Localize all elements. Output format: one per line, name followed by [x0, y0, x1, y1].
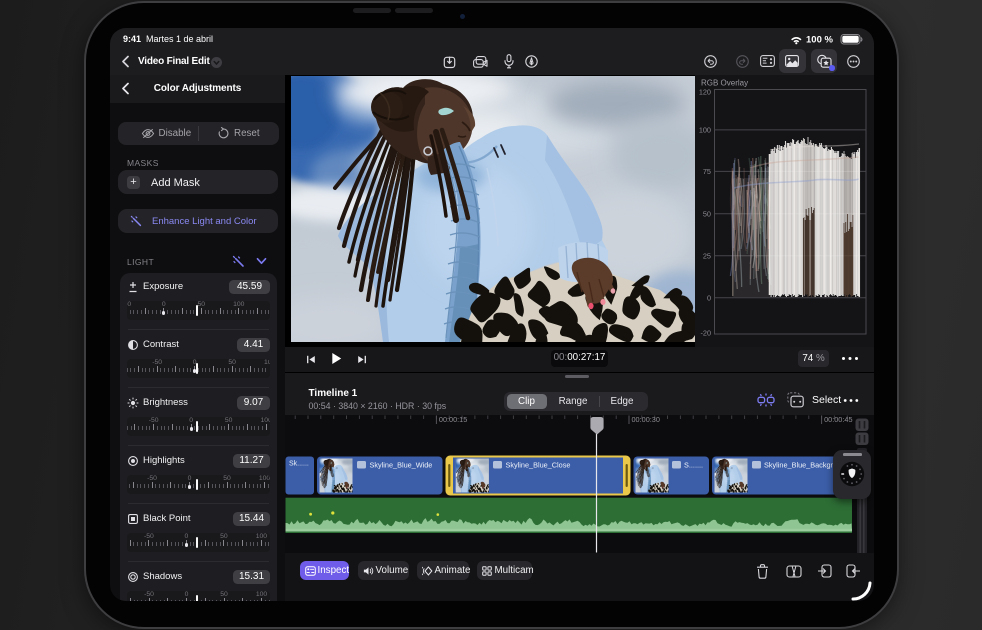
- svg-text:S.......: S.......: [684, 461, 703, 470]
- svg-text:Sk......: Sk......: [289, 461, 309, 468]
- svg-text:Skyline_Blue_Wide: Skyline_Blue_Wide: [370, 461, 433, 470]
- svg-text:Skyline_Blue_Backgrou: Skyline_Blue_Backgrou: [764, 461, 841, 470]
- svg-text:00:00:15: 00:00:15: [439, 415, 467, 424]
- svg-text:00:00:45: 00:00:45: [824, 415, 852, 424]
- svg-text:Skyline_Blue_Close: Skyline_Blue_Close: [506, 461, 571, 470]
- svg-text:00:00:30: 00:00:30: [632, 415, 660, 424]
